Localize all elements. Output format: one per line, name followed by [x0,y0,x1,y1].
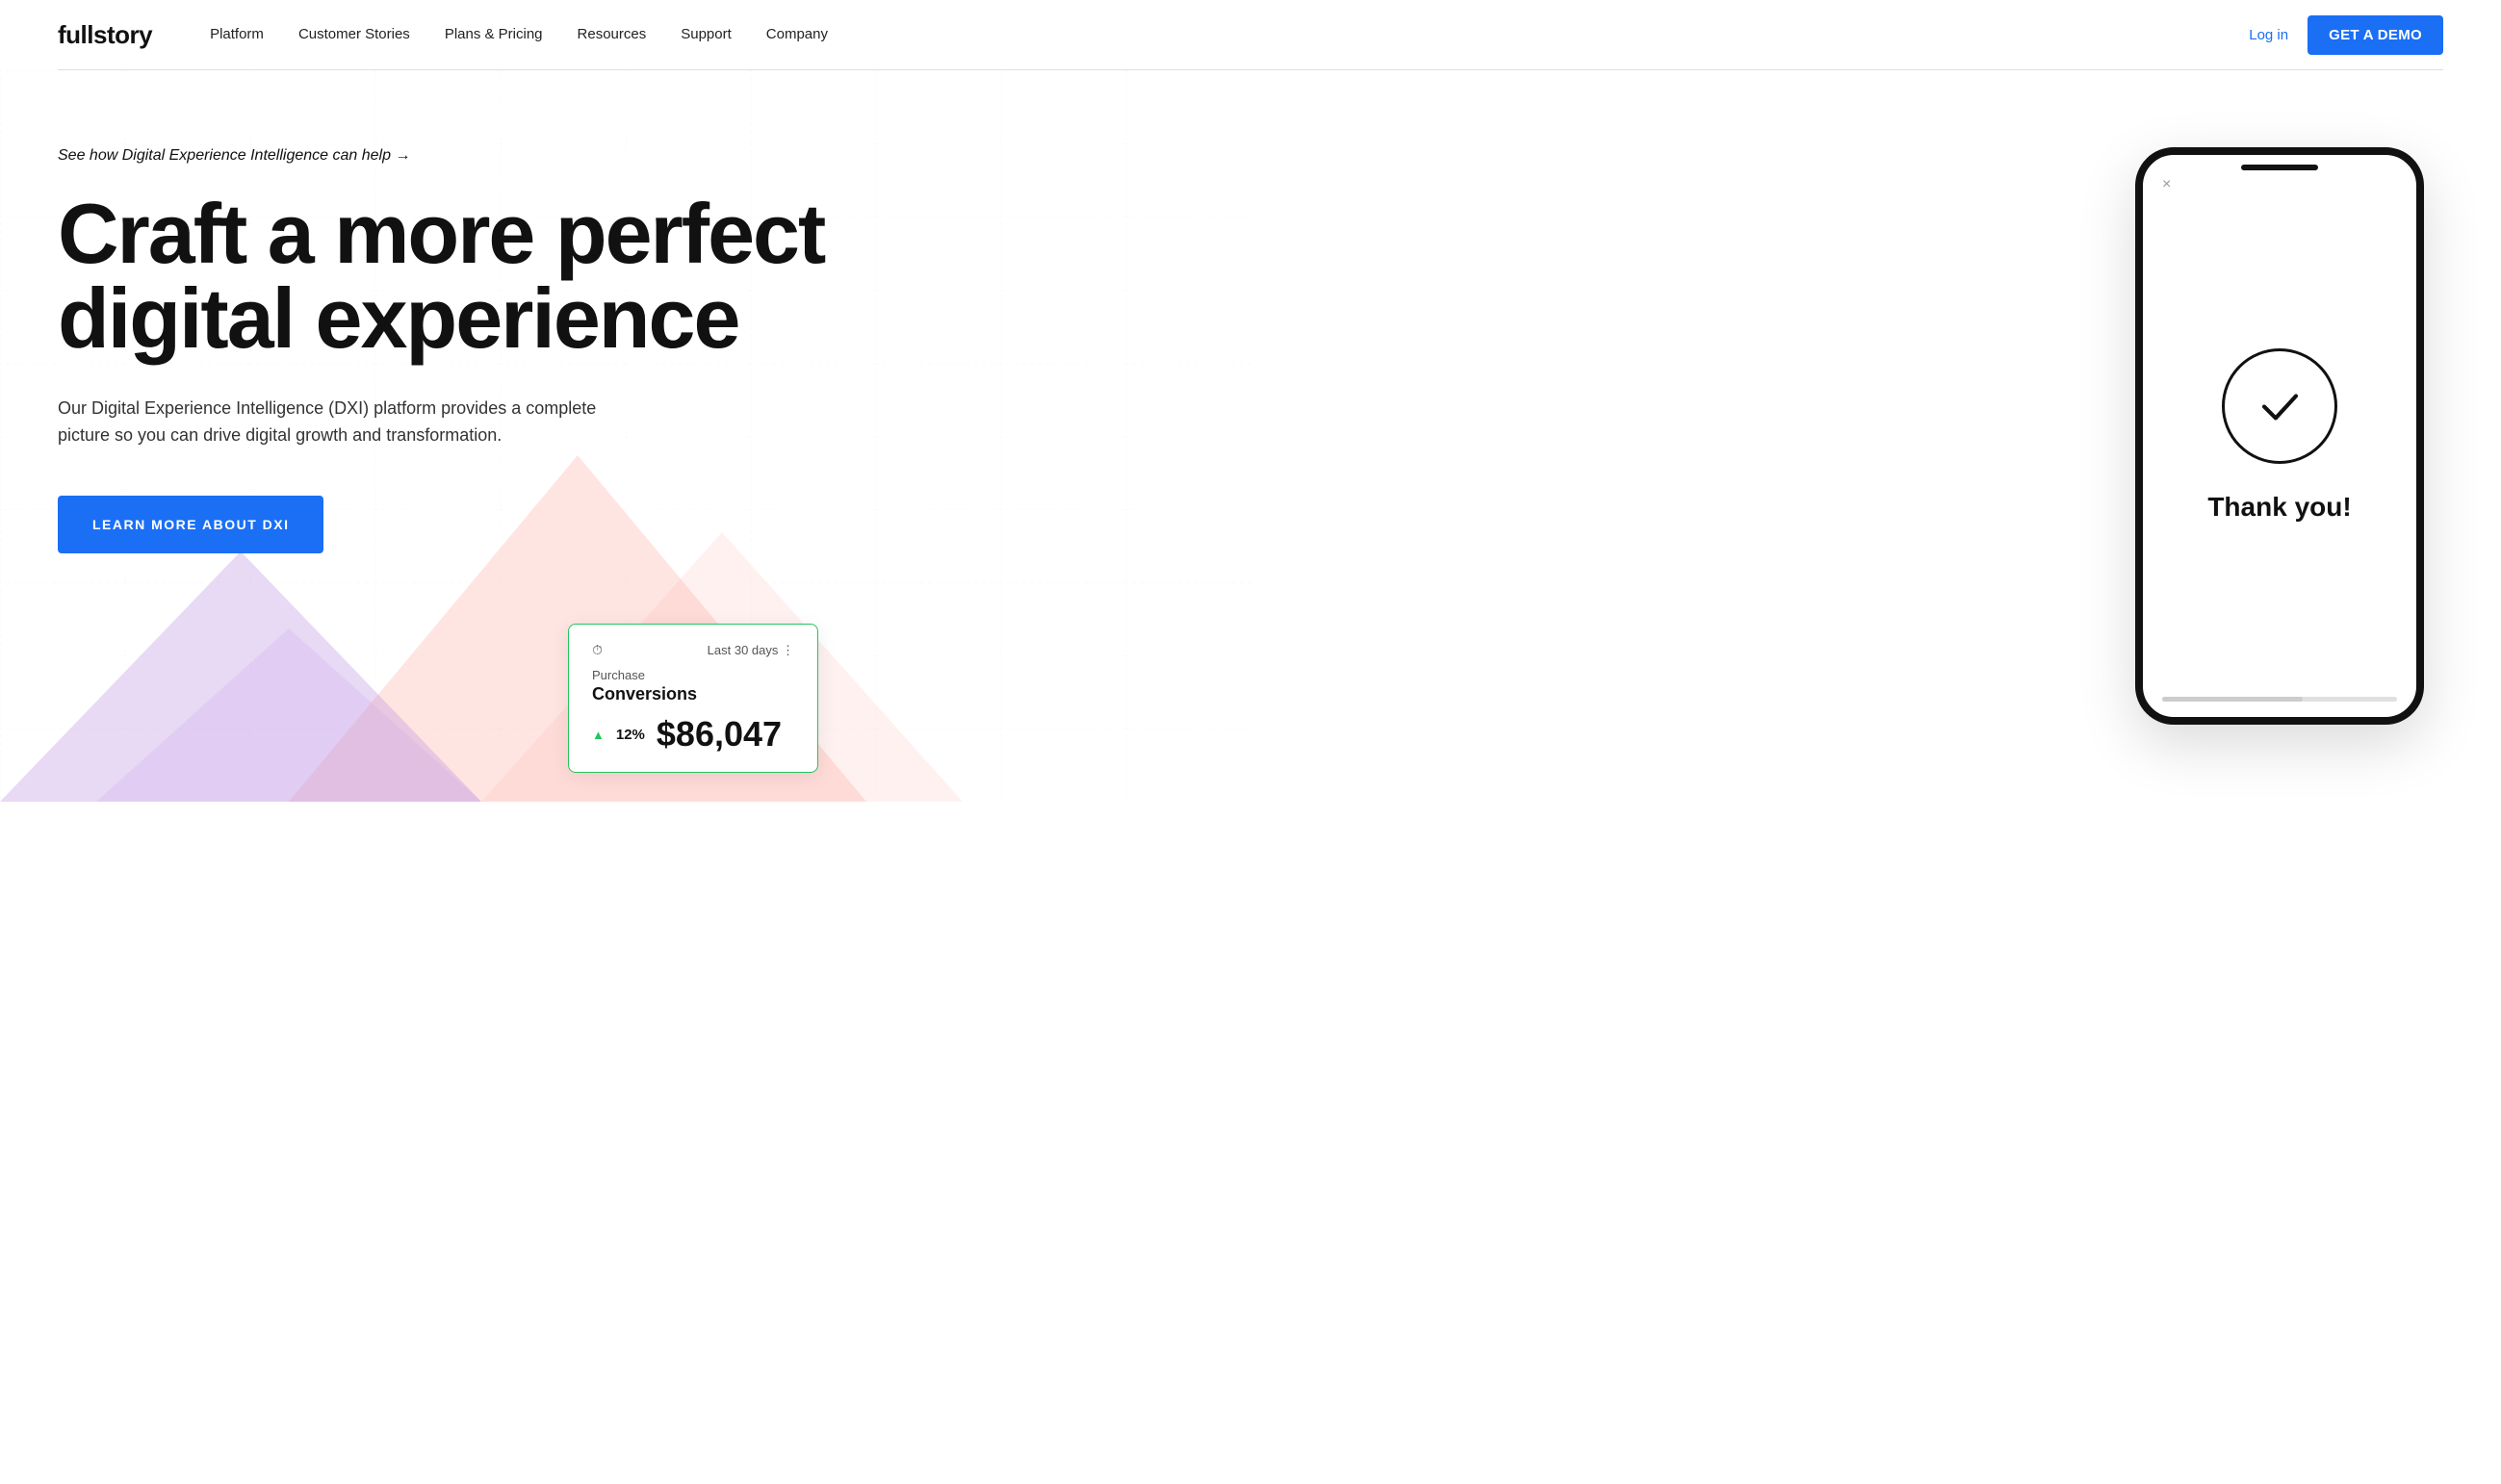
conversion-card: ⏱ Last 30 days ⋮ Purchase Conversions ▲ … [568,624,818,773]
card-value-row: ▲ 12% $86,047 [592,714,794,755]
nav-actions: Log in GET A DEMO [2249,15,2443,55]
card-period: Last 30 days ⋮ [708,643,794,658]
card-percentage: 12% [616,727,645,743]
card-title: Purchase [592,668,794,682]
phone-thank-you: Thank you! [2207,491,2351,524]
nav-item-company[interactable]: Company [766,26,828,42]
hero-content: See how Digital Experience Intelligence … [58,147,2443,553]
phone-mockup: × Thank you! [2135,147,2424,725]
logo[interactable]: fullstory [58,20,152,50]
phone-notch [2241,165,2318,170]
nav-item-support[interactable]: Support [681,26,732,42]
navigation: fullstory Platform Customer Stories Plan… [0,0,2501,69]
check-circle-icon [2222,348,2337,464]
nav-item-plans-pricing[interactable]: Plans & Pricing [445,26,543,42]
phone-progress-bar [2162,697,2397,702]
phone-screen: Thank you! [2143,155,2416,717]
card-label: Conversions [592,684,794,704]
learn-more-button[interactable]: LEARN MORE ABOUT DXI [58,496,323,553]
card-amount: $86,047 [657,714,782,755]
nav-item-resources[interactable]: Resources [578,26,647,42]
nav-item-customer-stories[interactable]: Customer Stories [298,26,410,42]
hero-section: See how Digital Experience Intelligence … [0,70,2501,802]
login-link[interactable]: Log in [2249,27,2288,43]
card-header-left: ⏱ [592,642,603,658]
close-icon: × [2162,176,2171,193]
hero-tag[interactable]: See how Digital Experience Intelligence … [58,147,2443,165]
nav-links: Platform Customer Stories Plans & Pricin… [210,26,2249,43]
card-header: ⏱ Last 30 days ⋮ [592,642,794,658]
get-demo-button[interactable]: GET A DEMO [2308,15,2443,55]
clock-icon: ⏱ [592,642,603,658]
hero-headline: Craft a more perfect digital experience [58,192,847,361]
trend-up-icon: ▲ [592,728,605,742]
nav-item-platform[interactable]: Platform [210,26,264,42]
phone-progress-fill [2162,697,2303,702]
hero-subtext: Our Digital Experience Intelligence (DXI… [58,396,606,449]
